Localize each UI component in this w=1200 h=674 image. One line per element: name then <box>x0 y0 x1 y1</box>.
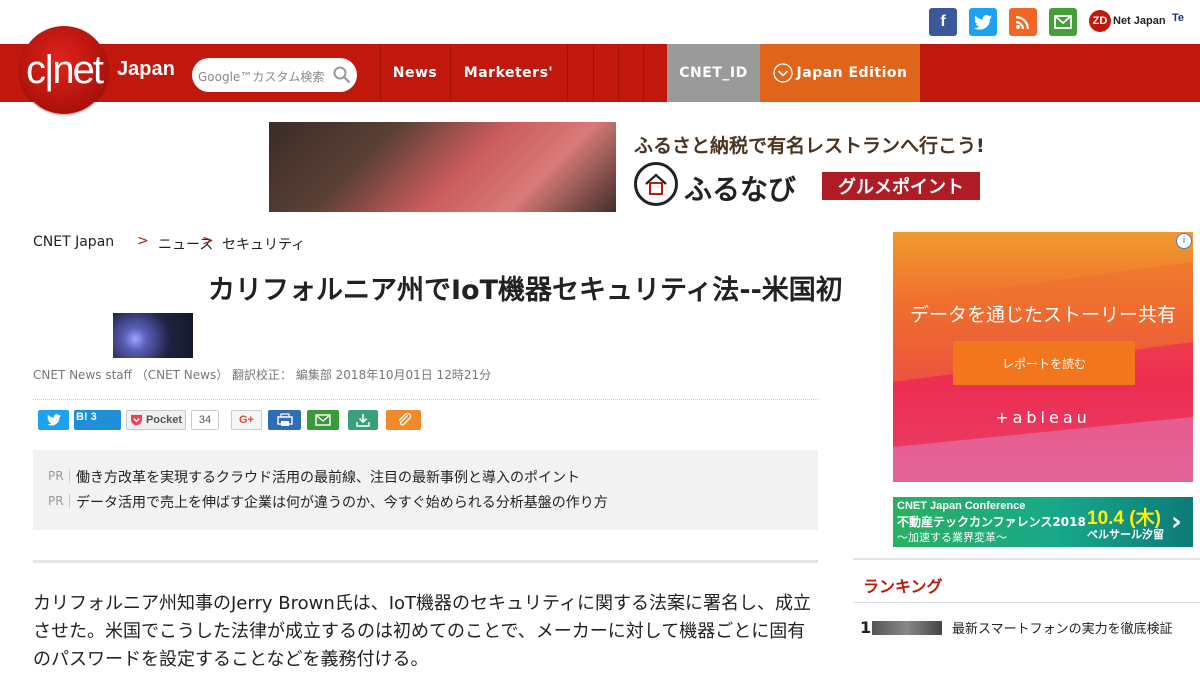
furunavi-house-icon <box>634 162 678 206</box>
tableau-logo: +ableau <box>995 408 1091 427</box>
conference-subtitle: ～加速する業界変革～ <box>897 531 1007 544</box>
rss-glyph-icon <box>1016 16 1029 29</box>
ad-headline: データを通じたストーリー共有 <box>909 304 1176 326</box>
techrepublic-logo[interactable]: Te <box>1172 12 1184 24</box>
article-body: カリフォルニア州知事のJerry Brown氏は、IoT機器のセキュリティに関す… <box>33 593 811 670</box>
ranking-divider <box>853 602 1200 603</box>
site-header <box>0 44 1200 102</box>
ad-read-report-button[interactable]: レポートを読む <box>953 341 1135 385</box>
facebook-icon[interactable]: f <box>929 8 957 36</box>
hatena-label: B! <box>76 411 88 423</box>
banner-badge[interactable]: グルメポイント <box>822 172 980 200</box>
nav-divider <box>593 44 594 102</box>
share-mail-button[interactable] <box>307 410 339 430</box>
ranking-top-divider <box>853 558 1200 560</box>
ranking-heading: ランキング <box>863 577 943 596</box>
byline-divider <box>33 399 818 400</box>
banner-ad-image[interactable] <box>269 122 616 212</box>
nav-marketers[interactable]: Marketers' <box>451 44 566 102</box>
tableau-ad[interactable]: データを通じたストーリー共有 レポートを読む +ableau <box>893 232 1193 482</box>
share-pocket-button[interactable]: Pocket <box>126 410 186 430</box>
breadcrumb-separator: > <box>137 233 149 249</box>
rss-icon[interactable] <box>1009 8 1037 36</box>
pocket-label: Pocket <box>145 414 183 426</box>
envelope-icon <box>1054 15 1072 29</box>
hatena-count: 3 <box>90 411 97 423</box>
zdnet-label: Net Japan <box>1113 15 1166 27</box>
share-save-button[interactable] <box>348 410 378 430</box>
conference-name: CNET Japan Conference <box>897 500 1026 512</box>
breadcrumb-security[interactable]: セキュリティ <box>222 234 305 254</box>
zd-badge: ZD <box>1089 10 1111 32</box>
share-print-button[interactable] <box>268 410 301 430</box>
pr-tag: PR <box>48 469 70 483</box>
share-gplus-button[interactable]: G+ <box>231 410 262 430</box>
pocket-count: 34 <box>191 410 219 430</box>
conference-title: 不動産テックカンファレンス2018 <box>897 515 1086 529</box>
search-icon[interactable] <box>333 66 351 84</box>
pr-tag: PR <box>48 494 70 508</box>
ranking-thumbnail[interactable] <box>872 621 942 635</box>
breadcrumb-home[interactable]: CNET Japan <box>33 234 114 250</box>
mail-icon <box>315 414 331 426</box>
facebook-glyph: f <box>940 13 946 30</box>
print-icon <box>276 413 293 426</box>
ad-info-icon[interactable]: i <box>1176 233 1192 249</box>
cnet-logo-text: c|net <box>26 47 104 92</box>
twitter-icon <box>46 414 61 426</box>
article-byline: CNET News staff （CNET News） 翻訳校正： 編集部 20… <box>33 368 492 382</box>
twitter-icon[interactable] <box>969 8 997 36</box>
cnet-logo[interactable]: c|net <box>20 26 108 114</box>
twitter-bird-icon <box>974 14 992 30</box>
conference-venue: ベルサール汐留 <box>1087 528 1164 541</box>
banner-headline[interactable]: ふるさと納税で有名レストランへ行こう! <box>634 131 985 158</box>
article-title: カリフォルニア州でIoT機器セキュリティ法--米国初 <box>208 275 843 306</box>
pocket-icon <box>130 414 142 426</box>
edition-label: Japan Edition <box>796 65 908 81</box>
search-box[interactable]: Google™カスタム検索 <box>192 58 357 92</box>
ranking-number: 1 <box>860 618 872 637</box>
nav-divider <box>643 44 644 102</box>
zdnet-logo[interactable]: ZD Net Japan <box>1089 10 1166 32</box>
search-input[interactable]: Google™カスタム検索 <box>198 68 324 85</box>
article-divider <box>33 560 818 563</box>
chevron-down-icon <box>772 63 793 83</box>
nav-divider <box>618 44 619 102</box>
nav-cnet-id[interactable]: CNET_ID <box>667 44 760 102</box>
download-icon <box>356 414 370 427</box>
mail-icon[interactable] <box>1049 8 1077 36</box>
nav-edition-selector[interactable]: Japan Edition <box>760 44 920 102</box>
chevron-right-icon: › <box>1171 507 1182 537</box>
share-hatena-button[interactable]: B! 3 <box>74 410 121 430</box>
nav-divider <box>567 44 568 102</box>
breadcrumb-separator: > <box>202 233 214 249</box>
nav-news[interactable]: News <box>381 44 449 102</box>
pr-box: PR 働き方改革を実現するクラウド活用の最前線、注目の最新事例と導入のポイント … <box>33 450 818 530</box>
ranking-title[interactable]: 最新スマートフォンの実力を徹底検証 <box>952 618 1173 637</box>
logo-edition-label: Japan <box>117 58 175 80</box>
share-twitter-button[interactable] <box>38 410 69 430</box>
banner-brand[interactable]: ふるなび <box>684 168 796 208</box>
conference-banner[interactable]: CNET Japan Conference 不動産テックカンファレンス2018 … <box>893 497 1193 547</box>
share-clip-button[interactable] <box>386 410 421 430</box>
article-thumbnail[interactable] <box>113 313 193 358</box>
pr-link[interactable]: 働き方改革を実現するクラウド活用の最前線、注目の最新事例と導入のポイント <box>76 467 580 487</box>
pr-link[interactable]: データ活用で売上を伸ばす企業は何が違うのか、今すぐ始められる分析基盤の作り方 <box>76 492 608 512</box>
clip-icon <box>398 413 411 426</box>
